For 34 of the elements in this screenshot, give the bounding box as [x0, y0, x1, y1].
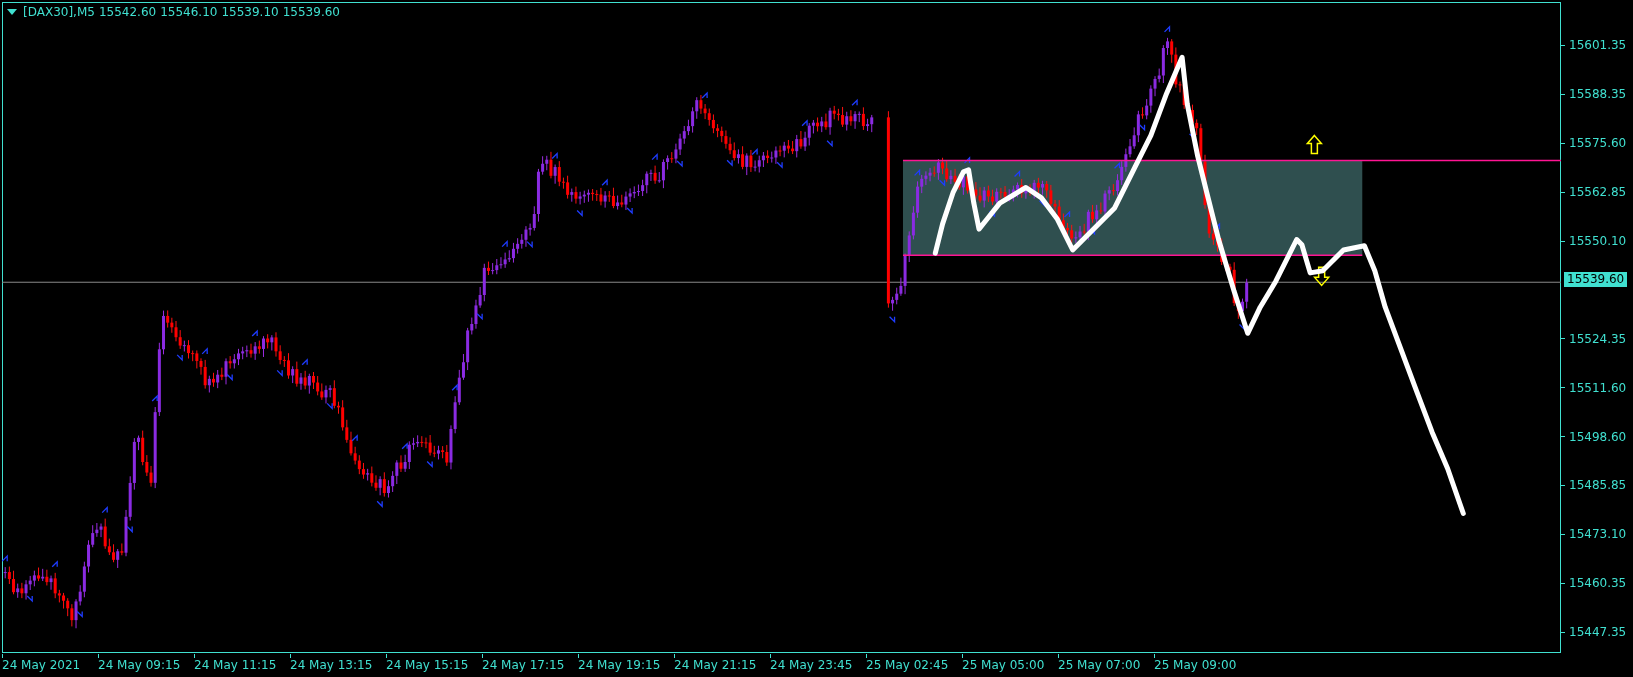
price-label: 15498.60 — [1569, 429, 1627, 444]
price-label: 15473.10 — [1569, 527, 1627, 542]
price-label: 15550.10 — [1569, 234, 1627, 248]
time-label: 25 May 02:45 — [866, 658, 950, 672]
price-label: 15588.35 — [1569, 87, 1627, 102]
price-label: 15447.35 — [1569, 625, 1627, 640]
time-label: 24 May 15:15 — [386, 658, 470, 672]
time-label: 24 May 17:15 — [482, 658, 566, 672]
price-label: 15460.35 — [1569, 576, 1627, 591]
time-label: 25 May 09:00 — [1154, 658, 1238, 672]
price-label: 15601.35 — [1569, 38, 1627, 53]
price-label: 15562.85 — [1569, 185, 1627, 200]
time-label: 24 May 23:45 — [770, 658, 854, 672]
price-quote: 15539.60 — [282, 5, 340, 19]
price-label: 15485.85 — [1569, 478, 1627, 493]
time-label: 24 May 19:15 — [578, 658, 662, 672]
price-label: 15511.60 — [1569, 380, 1627, 395]
price-quote: 15542.60 — [98, 5, 157, 19]
price-quote: 15546.10 — [160, 5, 218, 19]
time-label: 25 May 07:00 — [1058, 658, 1142, 672]
time-label: 24 May 09:15 — [98, 658, 182, 672]
down-arrow-icon — [1313, 266, 1331, 287]
time-label: 25 May 05:00 — [962, 658, 1046, 672]
price-label: 15575.60 — [1569, 136, 1627, 151]
symbol-label: [DAX30],M5 — [23, 5, 95, 19]
time-label: 24 May 21:15 — [674, 658, 758, 672]
current-price-badge: 15539.60 — [1564, 272, 1628, 287]
dropdown-triangle-icon[interactable] — [7, 9, 17, 15]
time-label: 24 May 11:15 — [194, 658, 278, 672]
price-label: 15524.35 — [1569, 331, 1627, 346]
up-arrow-icon — [1305, 134, 1324, 155]
time-label: 24 May 2021 — [2, 658, 82, 672]
price-quote: 15539.10 — [221, 5, 279, 19]
time-label: 24 May 13:15 — [290, 658, 374, 672]
